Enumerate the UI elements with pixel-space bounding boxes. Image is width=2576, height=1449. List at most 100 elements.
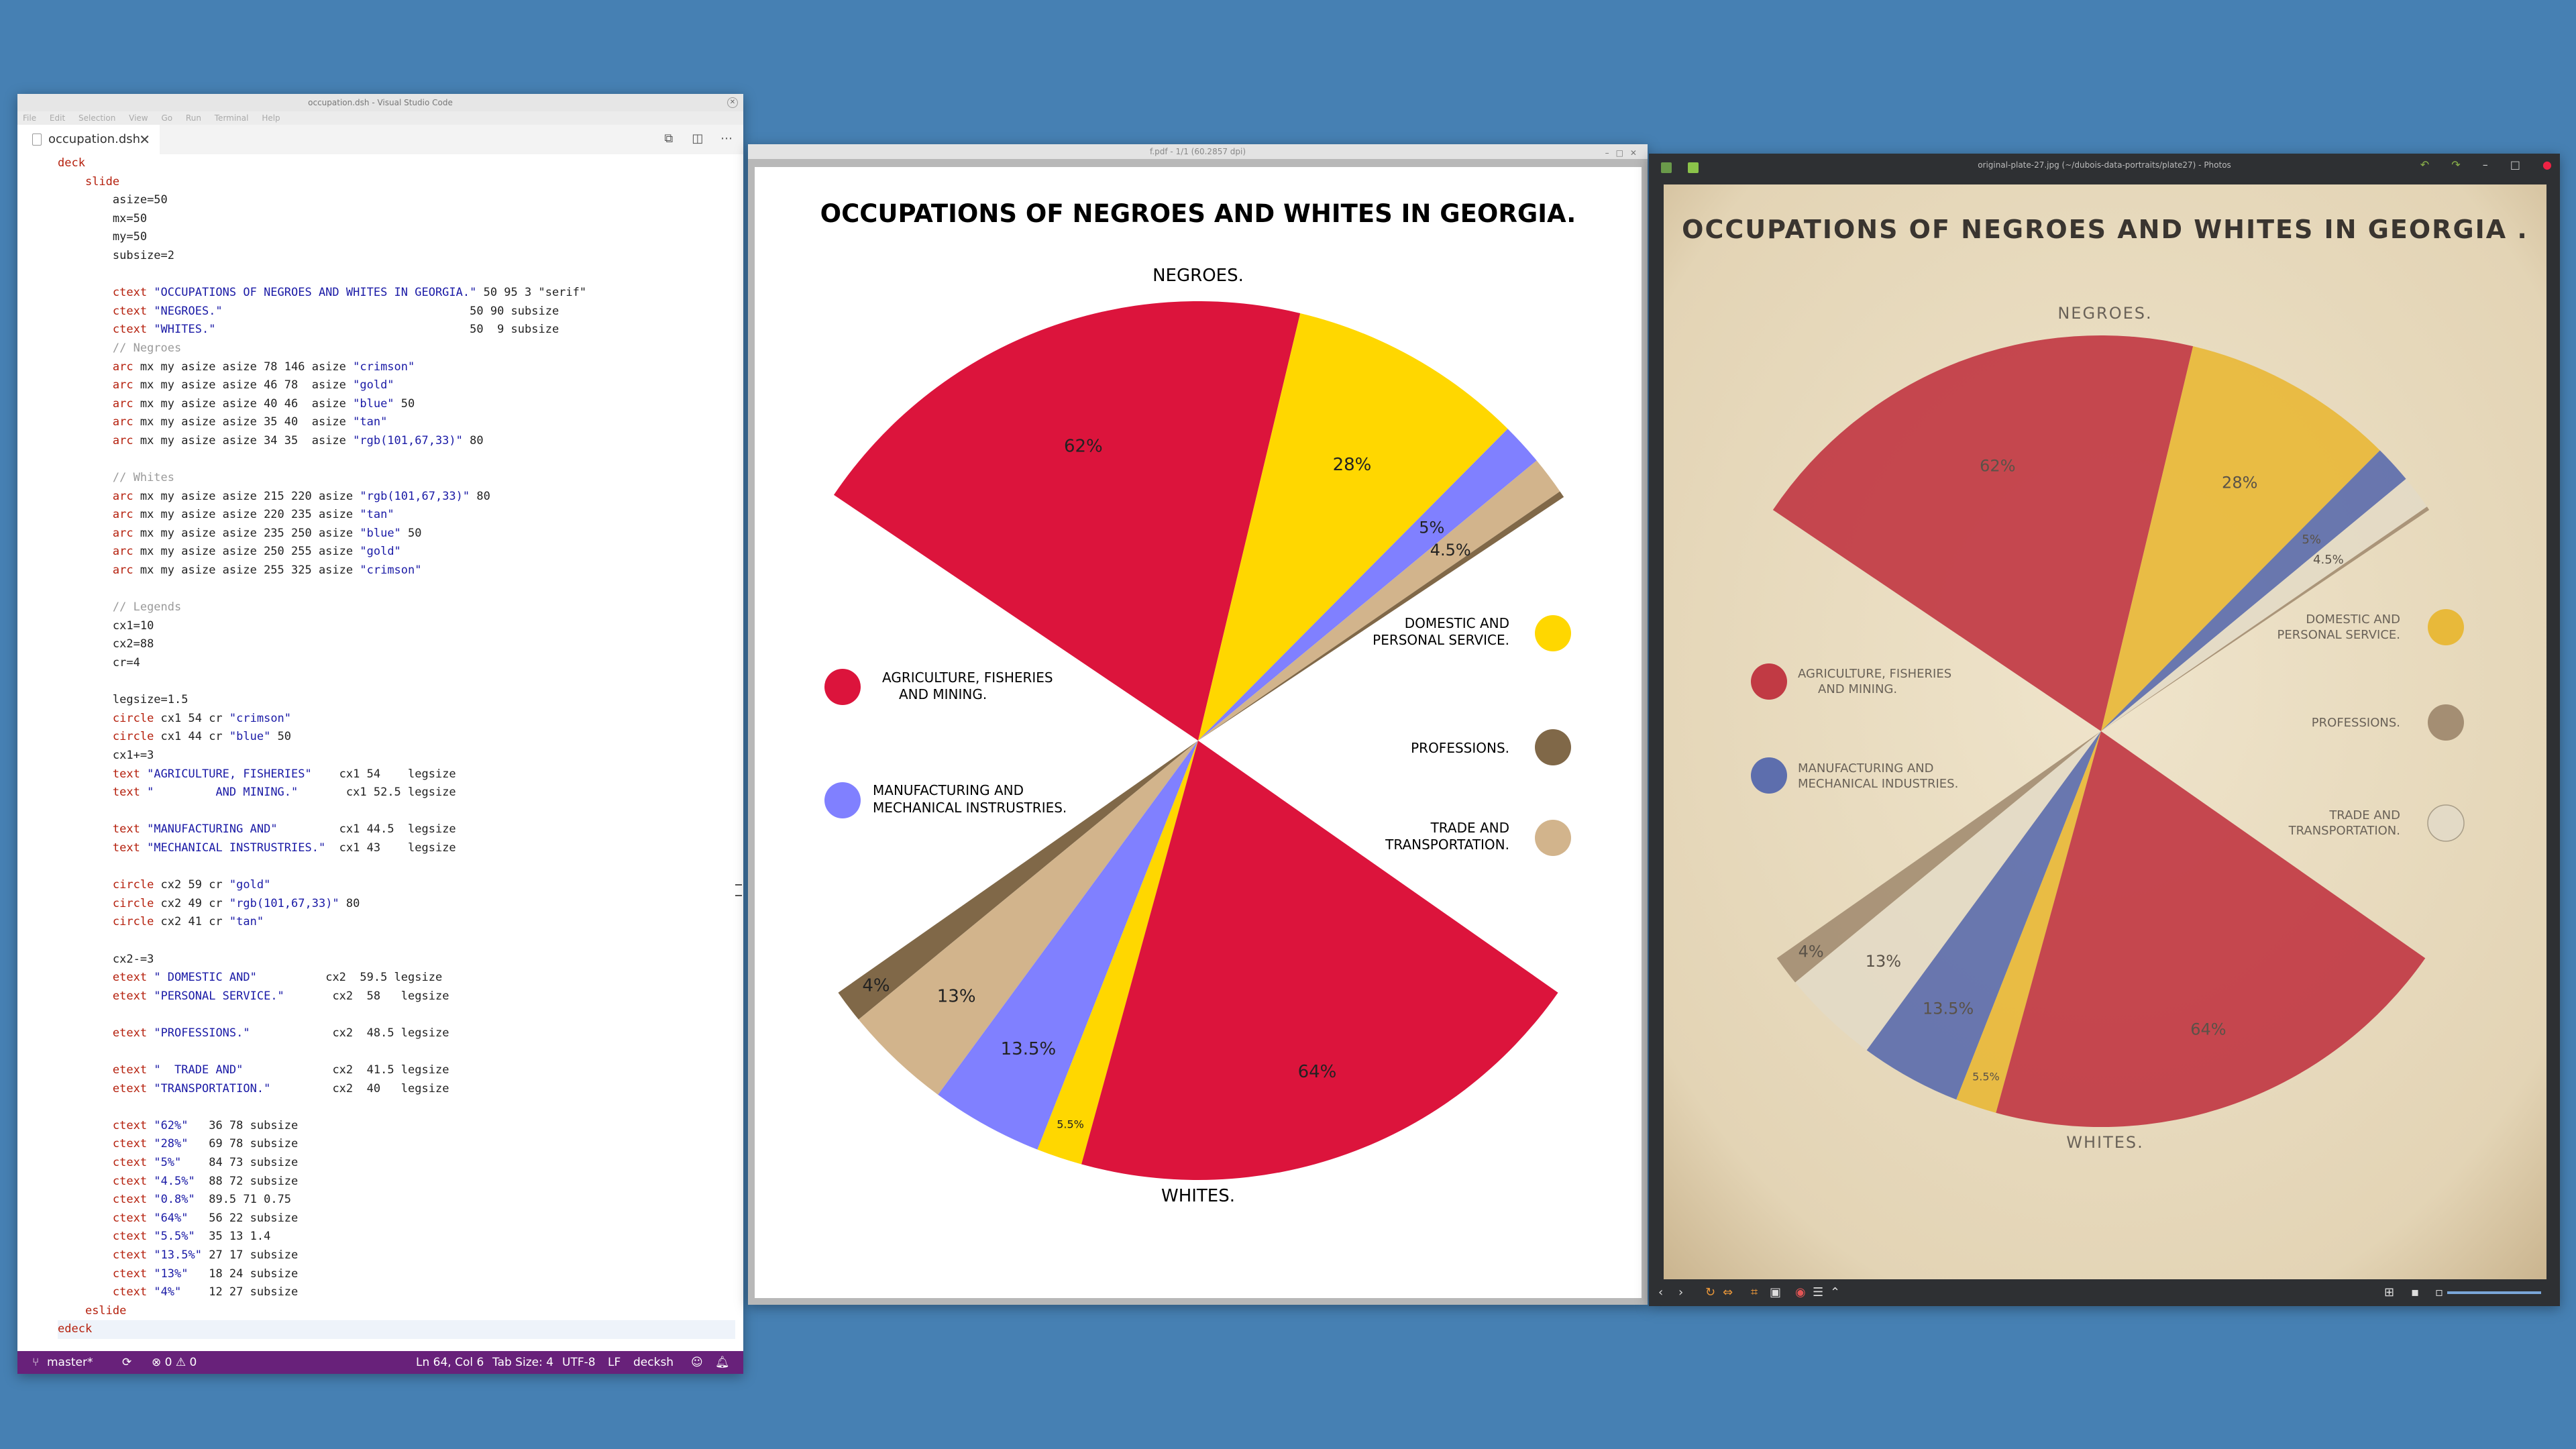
flip-icon[interactable]: ⇔ <box>1723 1279 1733 1306</box>
zoom-slider[interactable] <box>2447 1291 2541 1294</box>
menu-help[interactable]: Help <box>262 113 280 123</box>
redeye-icon[interactable]: ◉ <box>1795 1279 1806 1306</box>
menu-run[interactable]: Run <box>186 113 201 123</box>
enhance-icon[interactable]: ☰ <box>1813 1279 1823 1306</box>
code-line[interactable]: arc mx my asize asize 78 146 asize "crim… <box>58 360 415 374</box>
code-line[interactable]: text "MECHANICAL INSTRUSTRIES." cx1 43 l… <box>58 841 456 855</box>
line-ending[interactable]: LF <box>608 1351 621 1374</box>
code-line[interactable]: etext "TRANSPORTATION." cx2 40 legsize <box>58 1082 449 1095</box>
code-line[interactable]: arc mx my asize asize 40 46 asize "blue"… <box>58 397 415 411</box>
code-line[interactable]: edeck <box>58 1320 735 1339</box>
code-line[interactable]: eslide <box>58 1304 126 1318</box>
code-line[interactable]: arc mx my asize asize 220 235 asize "tan… <box>58 508 394 521</box>
minimize-icon[interactable]: – <box>2483 158 2488 171</box>
menu-selection[interactable]: Selection <box>78 113 115 123</box>
zoom-out-icon[interactable]: ▫ <box>2435 1279 2443 1306</box>
code-line[interactable]: circle cx2 41 cr "tan" <box>58 915 264 928</box>
code-line[interactable]: circle cx2 59 cr "gold" <box>58 878 270 892</box>
menu-file[interactable]: File <box>23 113 36 123</box>
code-line[interactable]: cx1=10 <box>58 619 154 633</box>
menu-view[interactable]: View <box>129 113 148 123</box>
window-buttons[interactable]: –□✕ <box>1605 146 1644 160</box>
zoom-fit-icon[interactable]: ⊞ <box>2384 1279 2394 1306</box>
straighten-icon[interactable]: ⌃ <box>1830 1279 1840 1306</box>
code-line[interactable]: arc mx my asize asize 255 325 asize "cri… <box>58 564 422 577</box>
code-line[interactable]: arc mx my asize asize 250 255 asize "gol… <box>58 545 401 558</box>
code-line[interactable]: legsize=1.5 <box>58 693 189 706</box>
code-line[interactable]: text "AGRICULTURE, FISHERIES" cx1 54 leg… <box>58 767 456 781</box>
prev-icon[interactable]: ‹ <box>1658 1279 1663 1306</box>
split-editor-icon[interactable]: ◫ <box>690 131 705 146</box>
code-line[interactable]: ctext "OCCUPATIONS OF NEGROES AND WHITES… <box>58 286 586 299</box>
language-mode[interactable]: decksh <box>633 1351 674 1374</box>
code-line[interactable]: my=50 <box>58 230 147 244</box>
code-line[interactable]: ctext "WHITES." 50 9 subsize <box>58 323 559 336</box>
code-line[interactable]: arc mx my asize asize 34 35 asize "rgb(1… <box>58 434 484 447</box>
code-line[interactable]: etext " TRADE AND" cx2 41.5 legsize <box>58 1063 449 1077</box>
code-line[interactable]: // Legends <box>58 600 181 614</box>
tab-occupation-dsh[interactable]: occupation.dsh ✕ <box>17 125 160 154</box>
branch-icon[interactable]: ⑂ <box>32 1351 39 1374</box>
menu-edit[interactable]: Edit <box>50 113 65 123</box>
code-line[interactable]: cr=4 <box>58 656 140 669</box>
code-editor[interactable]: deck slide asize=50 mx=50 my=50 subsize=… <box>17 154 743 1351</box>
tab-size[interactable]: Tab Size: 4 <box>492 1351 553 1374</box>
code-line[interactable]: arc mx my asize asize 35 40 asize "tan" <box>58 415 387 429</box>
menu-go[interactable]: Go <box>161 113 172 123</box>
code-line[interactable]: ctext "64%" 56 22 subsize <box>58 1212 298 1225</box>
code-line[interactable]: arc mx my asize asize 215 220 asize "rgb… <box>58 490 490 503</box>
code-line[interactable]: arc mx my asize asize 46 78 asize "gold" <box>58 378 394 392</box>
code-line[interactable]: arc mx my asize asize 235 250 asize "blu… <box>58 527 422 540</box>
zoom-100-icon[interactable]: ▪ <box>2411 1279 2419 1306</box>
code-line[interactable]: ctext "4.5%" 88 72 subsize <box>58 1175 298 1188</box>
code-line[interactable]: cx1+=3 <box>58 749 154 762</box>
sync-icon[interactable]: ⟳ <box>122 1351 131 1374</box>
scroll-indicator[interactable] <box>735 884 742 896</box>
code-line[interactable]: text " AND MINING." cx1 52.5 legsize <box>58 786 456 799</box>
pin-icon[interactable] <box>1687 162 1699 173</box>
code-line[interactable]: mx=50 <box>58 212 147 225</box>
undo-icon[interactable]: ↶ <box>2420 158 2429 171</box>
code-line[interactable]: ctext "62%" 36 78 subsize <box>58 1119 298 1132</box>
code-line[interactable]: ctext "5%" 84 73 subsize <box>58 1156 298 1169</box>
rotate-icon[interactable]: ↻ <box>1705 1279 1715 1306</box>
tab-close-icon[interactable]: ✕ <box>139 125 150 154</box>
menu-terminal[interactable]: Terminal <box>215 113 249 123</box>
problems-indicator[interactable]: ⊗ 0 ⚠ 0 <box>152 1351 197 1374</box>
redo-icon[interactable]: ↷ <box>2451 158 2460 171</box>
code-line[interactable]: ctext "4%" 12 27 subsize <box>58 1285 298 1299</box>
photo-canvas[interactable]: OCCUPATIONS OF NEGROES AND WHITES IN GEO… <box>1664 184 2546 1279</box>
notifications-icon[interactable]: 🔔︎ <box>715 1351 730 1374</box>
cursor-position[interactable]: Ln 64, Col 6 <box>416 1351 484 1374</box>
encoding[interactable]: UTF-8 <box>562 1351 596 1374</box>
adjust-icon[interactable]: ▣ <box>1770 1279 1781 1306</box>
code-line[interactable]: cx2=88 <box>58 637 154 651</box>
code-line[interactable]: deck <box>58 156 85 170</box>
next-icon[interactable]: › <box>1678 1279 1683 1306</box>
code-line[interactable]: circle cx2 49 cr "rgb(101,67,33)" 80 <box>58 897 360 910</box>
feedback-icon[interactable]: ☺ <box>691 1351 703 1374</box>
code-line[interactable]: ctext "28%" 69 78 subsize <box>58 1137 298 1150</box>
code-line[interactable]: circle cx1 54 cr "crimson" <box>58 712 291 725</box>
code-text[interactable]: deck slide asize=50 mx=50 my=50 subsize=… <box>17 154 743 1339</box>
more-actions-icon[interactable]: ⋯ <box>719 131 734 146</box>
close-icon[interactable]: ✕ <box>727 97 738 108</box>
code-line[interactable]: ctext "0.8%" 89.5 71 0.75 <box>58 1193 291 1206</box>
code-line[interactable]: cx2-=3 <box>58 953 154 966</box>
crop-icon[interactable]: ⌗ <box>1751 1279 1758 1306</box>
code-line[interactable]: etext "PROFESSIONS." cx2 48.5 legsize <box>58 1026 449 1040</box>
code-line[interactable]: circle cx1 44 cr "blue" 50 <box>58 730 291 743</box>
code-line[interactable]: ctext "13%" 18 24 subsize <box>58 1267 298 1281</box>
code-line[interactable]: etext "PERSONAL SERVICE." cx2 58 legsize <box>58 989 449 1003</box>
code-line[interactable]: ctext "13.5%" 27 17 subsize <box>58 1248 298 1262</box>
code-line[interactable]: ctext "NEGROES." 50 90 subsize <box>58 305 559 318</box>
code-line[interactable]: slide <box>58 175 119 189</box>
open-changes-icon[interactable]: ⧉ <box>661 131 676 146</box>
code-line[interactable]: etext " DOMESTIC AND" cx2 59.5 legsize <box>58 971 442 984</box>
code-line[interactable]: text "MANUFACTURING AND" cx1 44.5 legsiz… <box>58 822 456 836</box>
git-branch[interactable]: master* <box>47 1351 93 1374</box>
close-icon[interactable]: ● <box>2542 158 2552 171</box>
code-line[interactable]: // Negroes <box>58 341 181 355</box>
code-line[interactable]: // Whites <box>58 471 174 484</box>
maximize-icon[interactable]: □ <box>2510 158 2520 171</box>
